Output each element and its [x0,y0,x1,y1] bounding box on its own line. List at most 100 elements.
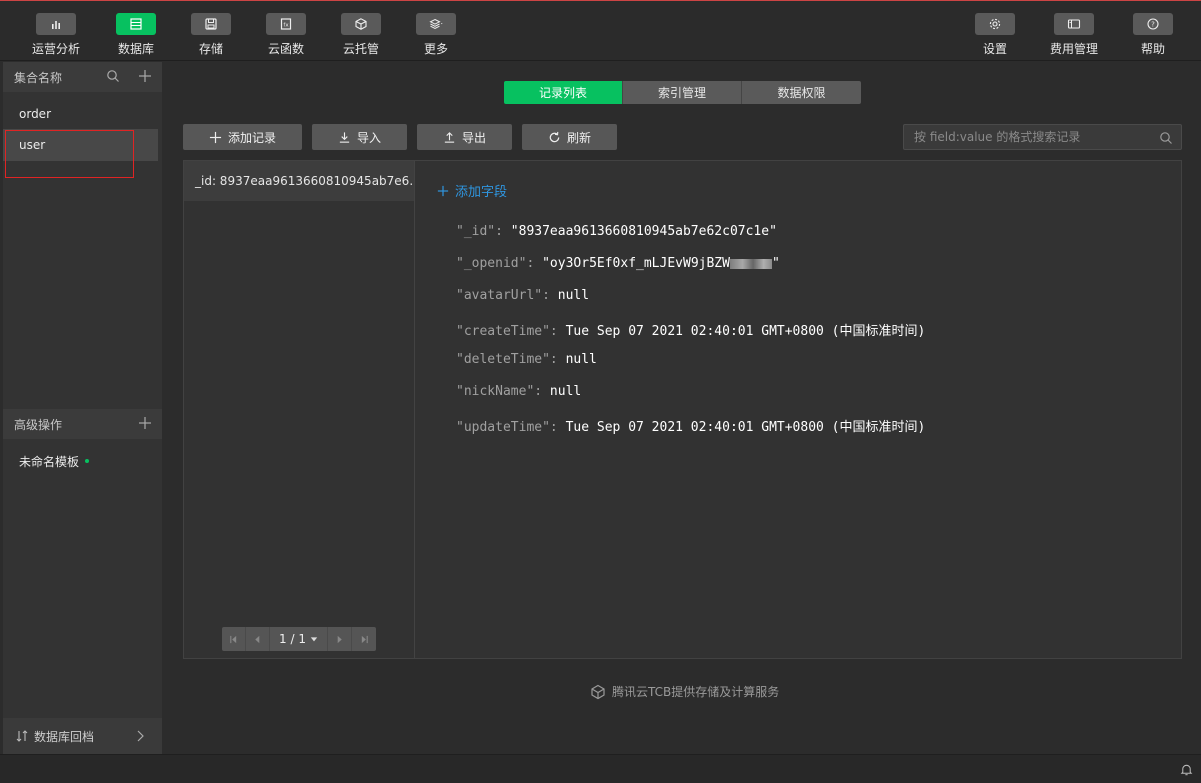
bar-chart-icon [36,13,76,35]
next-page-button[interactable] [328,627,352,651]
page-select[interactable]: 1 / 1 [270,627,328,651]
tool-label: 更多 [423,42,448,56]
import-button[interactable]: 导入 [312,124,407,150]
database-rollback[interactable]: 数据库回档 [3,718,162,754]
download-icon [339,131,350,143]
tcb-logo-icon [591,684,605,699]
field-value: Tue Sep 07 2021 02:40:01 GMT+0800 (中国标准时… [565,324,926,339]
add-record-button[interactable]: 添加记录 [183,124,302,150]
tab-records[interactable]: 记录列表 [504,81,623,104]
billing-icon [1054,13,1094,35]
field-row[interactable]: "_id": "8937eaa9613660810945ab7e62c07c1e… [456,224,777,239]
tool-label: 费用管理 [1049,42,1098,56]
svg-text:?: ? [1151,21,1155,29]
field-key: "deleteTime": [456,352,558,367]
record-row[interactable]: _id: 8937eaa9613660810945ab7e6... [184,161,414,201]
record-list: _id: 8937eaa9613660810945ab7e6... 1 / 1 [184,161,415,658]
search-icon[interactable] [1159,131,1173,145]
field-value: null [565,352,597,367]
collection-item-user[interactable]: user [3,129,158,161]
tool-label: 数据库 [117,42,154,56]
tool-cloud-function[interactable]: fx 云函数 [251,13,321,59]
field-row[interactable]: "avatarUrl": null [456,288,589,303]
tool-database[interactable]: 数据库 [101,13,171,59]
tool-billing[interactable]: 费用管理 [1039,13,1109,59]
add-template-icon[interactable] [138,416,152,433]
tool-settings[interactable]: 设置 [960,13,1030,59]
record-detail: 添加字段 "_id": "8937eaa9613660810945ab7e62c… [416,161,1182,658]
refresh-icon [549,131,560,142]
first-page-icon [230,635,237,643]
provider-note: 腾讯云TCB提供存储及计算服务 [590,683,779,700]
field-value: "oy3Or5Ef0xf_mLJEvW9jBZW [542,256,730,271]
import-label: 导入 [356,130,381,145]
advanced-header-title: 高级操作 [14,417,63,432]
add-field-button[interactable]: 添加字段 [437,181,507,200]
tab-bar: 记录列表 索引管理 数据权限 [504,81,861,104]
field-value: null [549,384,582,399]
field-key: "updateTime": [456,420,558,435]
tab-indexes[interactable]: 索引管理 [623,81,742,104]
add-collection-icon[interactable] [138,69,152,86]
plus-icon [437,185,449,196]
tool-label: 运营分析 [31,42,80,56]
field-row[interactable]: "_openid": "oy3Or5Ef0xf_mLJEvW9jBZW " [456,256,780,271]
tool-help[interactable]: ? 帮助 [1118,13,1188,59]
layers-icon [416,13,456,35]
tab-permissions[interactable]: 数据权限 [742,81,861,104]
collections-header-title: 集合名称 [14,70,63,85]
tool-label: 帮助 [1140,42,1165,56]
field-row[interactable]: "deleteTime": null [456,352,597,367]
gear-icon [975,13,1015,35]
field-row[interactable]: "nickName": null [456,384,581,399]
unsaved-dot [85,459,90,463]
help-icon: ? [1133,13,1173,35]
plus-icon [209,131,222,143]
caret-down-icon [310,637,318,642]
database-icon [116,13,156,35]
add-record-label: 添加记录 [227,130,276,145]
prev-page-icon [255,635,260,643]
field-row[interactable]: "createTime": Tue Sep 07 2021 02:40:01 G… [456,320,925,339]
main-content: 记录列表 索引管理 数据权限 添加记录 导入 导出 刷新 _id: 8937ea… [163,62,1201,754]
collection-name: user [19,138,46,152]
field-row[interactable]: "updateTime": Tue Sep 07 2021 02:40:01 G… [456,416,925,435]
prev-page-button[interactable] [246,627,270,651]
tool-analytics[interactable]: 运营分析 [21,13,91,59]
search-icon[interactable] [106,69,120,86]
template-name: 未命名模板 [19,454,80,469]
template-item[interactable]: 未命名模板 [3,445,158,477]
tool-cloud-hosting[interactable]: 云托管 [326,13,396,59]
tool-storage[interactable]: 存储 [176,13,246,59]
search-input[interactable] [914,130,1154,144]
bell-icon[interactable] [1180,763,1193,776]
tool-label: 云托管 [342,42,379,56]
rollback-label: 数据库回档 [34,729,95,744]
record-search [903,124,1182,150]
status-bar [0,754,1201,783]
tool-label: 存储 [198,42,223,56]
collections-header: 集合名称 [3,62,162,92]
export-button[interactable]: 导出 [417,124,512,150]
provider-note-text: 腾讯云TCB提供存储及计算服务 [612,685,780,699]
last-page-button[interactable] [352,627,376,651]
refresh-button[interactable]: 刷新 [522,124,617,150]
field-key: "_openid": [456,256,535,271]
export-label: 导出 [461,130,486,145]
field-key: "nickName": [456,384,543,399]
tool-label: 设置 [982,42,1007,56]
next-page-icon [337,635,342,643]
save-icon [191,13,231,35]
field-key: "avatarUrl": [456,288,550,303]
chevron-right-icon [137,730,144,742]
upload-icon [444,131,455,143]
field-value: "8937eaa9613660810945ab7e62c07c1e" [510,224,777,239]
top-toolbar: 运营分析 数据库 存储 fx 云函数 云托管 更多 设置 费用管理 ? 帮助 [0,1,1201,61]
tool-more[interactable]: 更多 [401,13,471,59]
collection-sidebar: 集合名称 order user 高级操作 未命名模板 数据库回档 [3,62,162,754]
collection-item-order[interactable]: order [3,98,158,130]
field-value: null [557,288,590,303]
first-page-button[interactable] [222,627,246,651]
function-icon: fx [266,13,306,35]
pagination: 1 / 1 [222,627,376,651]
